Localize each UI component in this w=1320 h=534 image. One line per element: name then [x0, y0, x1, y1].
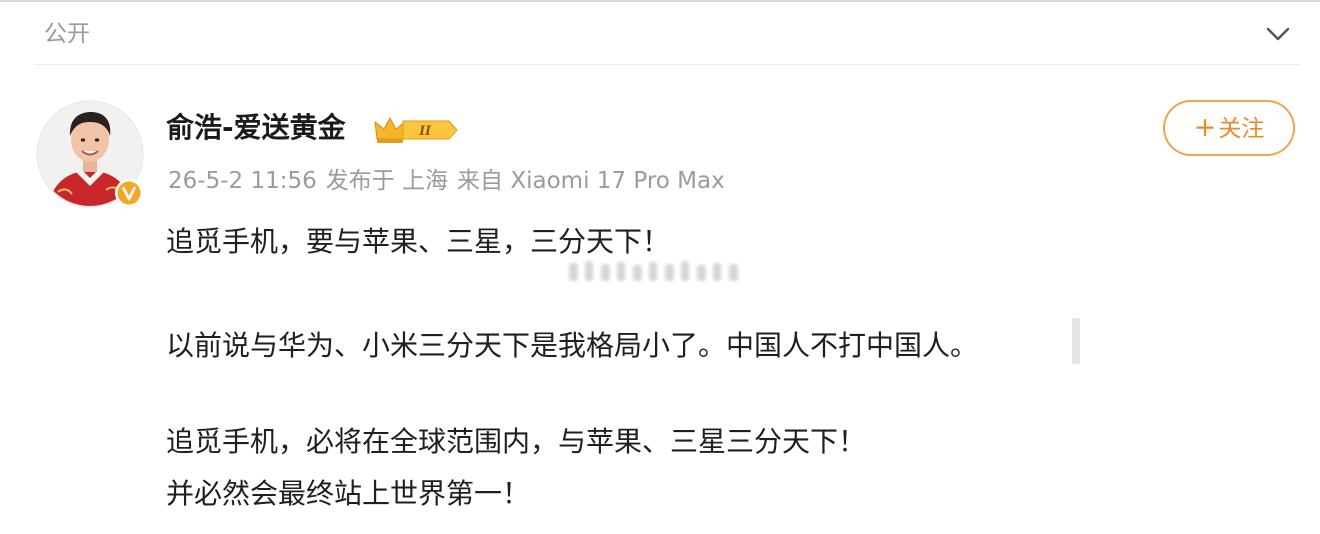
svg-text:II: II — [418, 123, 432, 139]
post-datetime: 26-5-2 11:56 — [168, 168, 317, 194]
post-paragraph-3: 追觅手机，必将在全球范围内，与苹果、三星三分天下！ — [166, 425, 867, 458]
blur-watermark — [569, 261, 738, 281]
post-location: 发布于 上海 — [325, 168, 449, 194]
divider — [34, 64, 1300, 65]
author-name[interactable]: 俞浩-爱送黄金 — [166, 110, 346, 146]
avatar[interactable] — [36, 100, 144, 208]
visibility-label: 公开 — [44, 21, 90, 47]
follow-button[interactable]: +关注 — [1163, 100, 1295, 156]
post-source: 来自 Xiaomi 17 Pro Max — [457, 168, 725, 194]
chevron-down-icon[interactable] — [1262, 18, 1294, 50]
visibility-selector[interactable]: 公开 — [0, 2, 1320, 64]
post-paragraph-4: 并必然会最终站上世界第一！ — [166, 477, 531, 510]
plus-icon: + — [1193, 112, 1217, 143]
post-paragraph-1: 追觅手机，要与苹果、三星，三分天下！ — [166, 225, 671, 258]
follow-label: 关注 — [1218, 116, 1265, 142]
post-paragraph-2: 以前说与华为、小米三分天下是我格局小了。中国人不打中国人。 — [166, 329, 979, 362]
post-meta: 26-5-2 11:56 发布于 上海 来自 Xiaomi 17 Pro Max — [168, 166, 734, 196]
verified-v-icon — [115, 179, 143, 207]
crown-vip-badge-icon[interactable]: II — [373, 115, 459, 145]
text-cursor-mark — [1072, 318, 1080, 364]
